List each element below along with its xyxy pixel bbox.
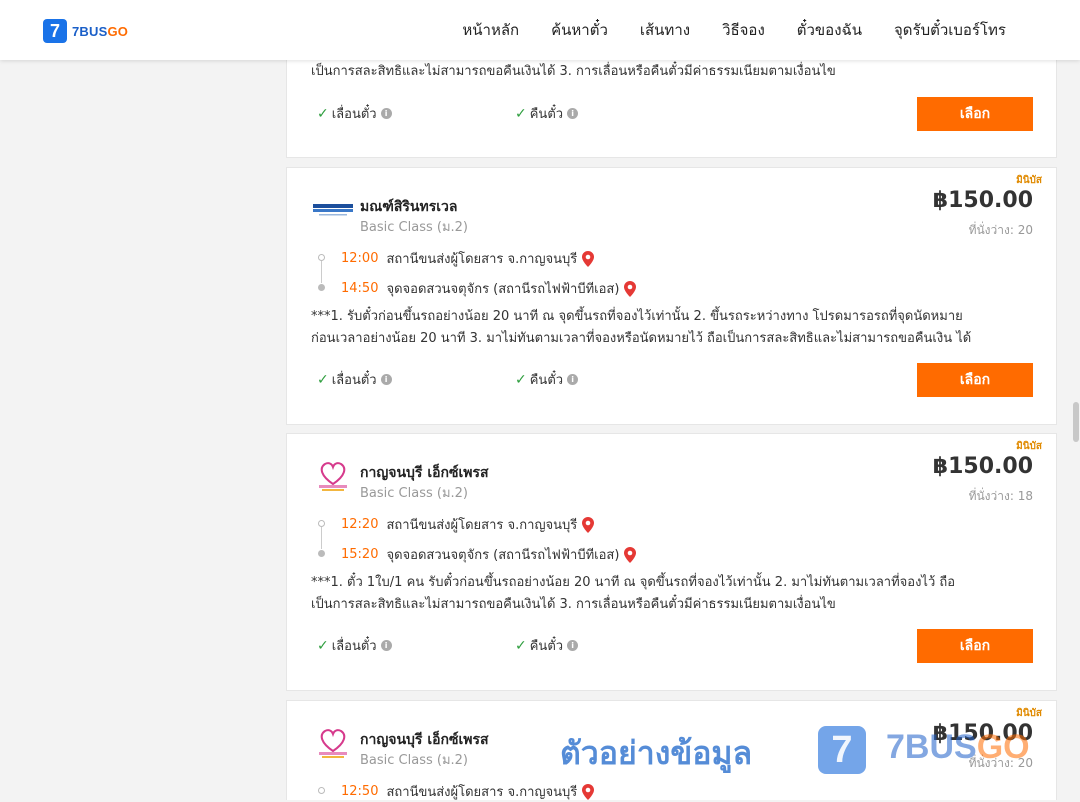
brand-logo[interactable]: 7 7BUSGO: [43, 19, 128, 43]
select-trip-button[interactable]: เลือก: [917, 97, 1033, 131]
check-icon: ✓: [317, 637, 329, 654]
scrollbar-thumb[interactable]: [1073, 402, 1079, 442]
route-start-dot: [318, 254, 325, 261]
ticket-price: ฿150.00: [932, 188, 1033, 213]
arrival-stop: 15:20 จุดจอดสวนจตุจักร (สถานีรถไฟฟ้าบีที…: [341, 544, 637, 565]
arrival-stop: 14:50 จุดจอดสวนจตุจักร (สถานีรถไฟฟ้าบีที…: [341, 278, 637, 299]
operator-name: กาญจนบุรี เอ็กซ์เพรส: [360, 732, 489, 748]
info-icon[interactable]: i: [567, 374, 579, 385]
feature-refund-label: คืนตั๋ว: [529, 107, 564, 122]
trip-description: เป็นการสละสิทธิและไม่สามารถขอคืนเงินได้ …: [311, 61, 1033, 83]
trip-description-line: ***1. ตั๋ว 1ใบ/1 คน รับตั๋วก่อนขึ้นรถอย่…: [311, 575, 956, 590]
operator-name: มณฑ์สิรินทรเวล: [360, 199, 458, 215]
arrival-station: จุดจอดสวนจตุจักร (สถานีรถไฟฟ้าบีทีเอส): [386, 282, 620, 297]
check-icon: ✓: [515, 371, 527, 388]
seats-available: ที่นั่งว่าง: 20: [968, 223, 1033, 237]
feature-refund-label: คืนตั๋ว: [529, 639, 564, 654]
seats-available: ที่นั่งว่าง: 20: [968, 756, 1033, 770]
departure-station: สถานีขนส่งผู้โดยสาร จ.กาญจนบุรี: [386, 785, 578, 800]
feature-reschedule-label: เลื่อนตั๋ว: [331, 373, 377, 388]
route-start-dot: [318, 520, 325, 527]
montsiri-logo-icon: [311, 188, 355, 232]
feature-reschedule: ✓ เลื่อนตั๋ว i: [317, 369, 392, 390]
seats-available: ที่นั่งว่าง: 18: [968, 489, 1033, 503]
brand-name: 7BUSGO: [72, 23, 129, 39]
trip-card: มินิบัส กาญจนบุรี เอ็กซ์เพรส Basic Class…: [286, 433, 1057, 691]
arrival-station: จุดจอดสวนจตุจักร (สถานีรถไฟฟ้าบีทีเอส): [386, 548, 620, 563]
feature-refund: ✓ คืนตั๋ว i: [515, 635, 579, 656]
nav-search-tickets[interactable]: ค้นหาตั๋ว: [535, 18, 624, 42]
trip-description: ***1. ตั๋ว 1ใบ/1 คน รับตั๋วก่อนขึ้นรถอย่…: [311, 572, 1033, 616]
bus-type-badge: มินิบัส: [1016, 708, 1042, 719]
departure-station: สถานีขนส่งผู้โดยสาร จ.กาญจนบุรี: [386, 518, 578, 533]
map-pin-icon[interactable]: [582, 783, 595, 800]
trip-card: มินิบัส กาญจนบุรี เอ็กซ์เพรส Basic Class…: [286, 700, 1057, 800]
trip-description-line: ก่อนเวลาอย่างน้อย 20 นาที 3. มาไม่ทันตาม…: [311, 331, 972, 346]
departure-station: สถานีขนส่งผู้โดยสาร จ.กาญจนบุรี: [386, 252, 578, 267]
feature-refund: ✓ คืนตั๋ว i: [515, 103, 579, 124]
kanchanaburi-express-logo-icon: [311, 454, 355, 498]
arrival-time: 15:20: [341, 547, 379, 562]
feature-reschedule: ✓ เลื่อนตั๋ว i: [317, 103, 392, 124]
nav-my-tickets[interactable]: ตั๋วของฉัน: [781, 18, 878, 42]
trip-description-line: ***1. รับตั๋วก่อนขึ้นรถอย่างน้อย 20 นาที…: [311, 309, 963, 324]
bus-class: Basic Class (ม.2): [360, 486, 468, 501]
kanchanaburi-express-logo-icon: [311, 721, 355, 765]
departure-stop: 12:50 สถานีขนส่งผู้โดยสาร จ.กาญจนบุรี: [341, 781, 595, 802]
feature-refund: ✓ คืนตั๋ว i: [515, 369, 579, 390]
departure-time: 12:50: [341, 784, 379, 799]
trip-description-line: เป็นการสละสิทธิและไม่สามารถขอคืนเงินได้ …: [311, 64, 836, 79]
brand-logo-icon: 7: [43, 19, 67, 43]
map-pin-icon[interactable]: [582, 250, 595, 267]
departure-stop: 12:20 สถานีขนส่งผู้โดยสาร จ.กาญจนบุรี: [341, 514, 595, 535]
route-end-dot: [318, 550, 325, 557]
ticket-price: ฿150.00: [932, 721, 1033, 746]
check-icon: ✓: [515, 105, 527, 122]
feature-reschedule-label: เลื่อนตั๋ว: [331, 639, 377, 654]
map-pin-icon[interactable]: [624, 280, 637, 297]
check-icon: ✓: [317, 371, 329, 388]
feature-refund-label: คืนตั๋ว: [529, 373, 564, 388]
trip-description: ***1. รับตั๋วก่อนขึ้นรถอย่างน้อย 20 นาที…: [311, 306, 1033, 350]
route-line: [321, 527, 322, 549]
nav-routes[interactable]: เส้นทาง: [624, 18, 706, 42]
bus-type-badge: มินิบัส: [1016, 441, 1042, 452]
departure-time: 12:00: [341, 251, 379, 266]
trip-description-line: เป็นการสละสิทธิและไม่สามารถขอคืนเงินได้ …: [311, 597, 836, 612]
route-start-dot: [318, 787, 325, 794]
arrival-time: 14:50: [341, 281, 379, 296]
feature-reschedule-label: เลื่อนตั๋ว: [331, 107, 377, 122]
select-trip-button[interactable]: เลือก: [917, 363, 1033, 397]
nav-home[interactable]: หน้าหลัก: [446, 18, 535, 42]
map-pin-icon[interactable]: [582, 516, 595, 533]
bus-class: Basic Class (ม.2): [360, 220, 468, 235]
info-icon[interactable]: i: [380, 108, 392, 119]
info-icon[interactable]: i: [567, 640, 579, 651]
bus-class: Basic Class (ม.2): [360, 753, 468, 768]
info-icon[interactable]: i: [380, 640, 392, 651]
ticket-price: ฿150.00: [932, 454, 1033, 479]
check-icon: ✓: [515, 637, 527, 654]
route-line: [321, 261, 322, 283]
route-end-dot: [318, 284, 325, 291]
info-icon[interactable]: i: [567, 108, 579, 119]
departure-time: 12:20: [341, 517, 379, 532]
map-pin-icon[interactable]: [624, 546, 637, 563]
check-icon: ✓: [317, 105, 329, 122]
nav-ticket-pickup-phone[interactable]: จุดรับตั๋วเบอร์โทร: [878, 18, 1022, 42]
departure-stop: 12:00 สถานีขนส่งผู้โดยสาร จ.กาญจนบุรี: [341, 248, 595, 269]
operator-name: กาญจนบุรี เอ็กซ์เพรส: [360, 465, 489, 481]
page-scrollbar[interactable]: [1070, 0, 1080, 800]
nav-how-to-book[interactable]: วิธีจอง: [706, 18, 781, 42]
top-navbar: 7 7BUSGO หน้าหลัก ค้นหาตั๋ว เส้นทาง วิธี…: [0, 0, 1080, 60]
feature-reschedule: ✓ เลื่อนตั๋ว i: [317, 635, 392, 656]
bus-type-badge: มินิบัส: [1016, 175, 1042, 186]
trip-card: มินิบัส มณฑ์สิรินทรเวล Basic Class (ม.2)…: [286, 167, 1057, 425]
select-trip-button[interactable]: เลือก: [917, 629, 1033, 663]
main-nav: หน้าหลัก ค้นหาตั๋ว เส้นทาง วิธีจอง ตั๋วข…: [446, 0, 1022, 60]
info-icon[interactable]: i: [380, 374, 392, 385]
